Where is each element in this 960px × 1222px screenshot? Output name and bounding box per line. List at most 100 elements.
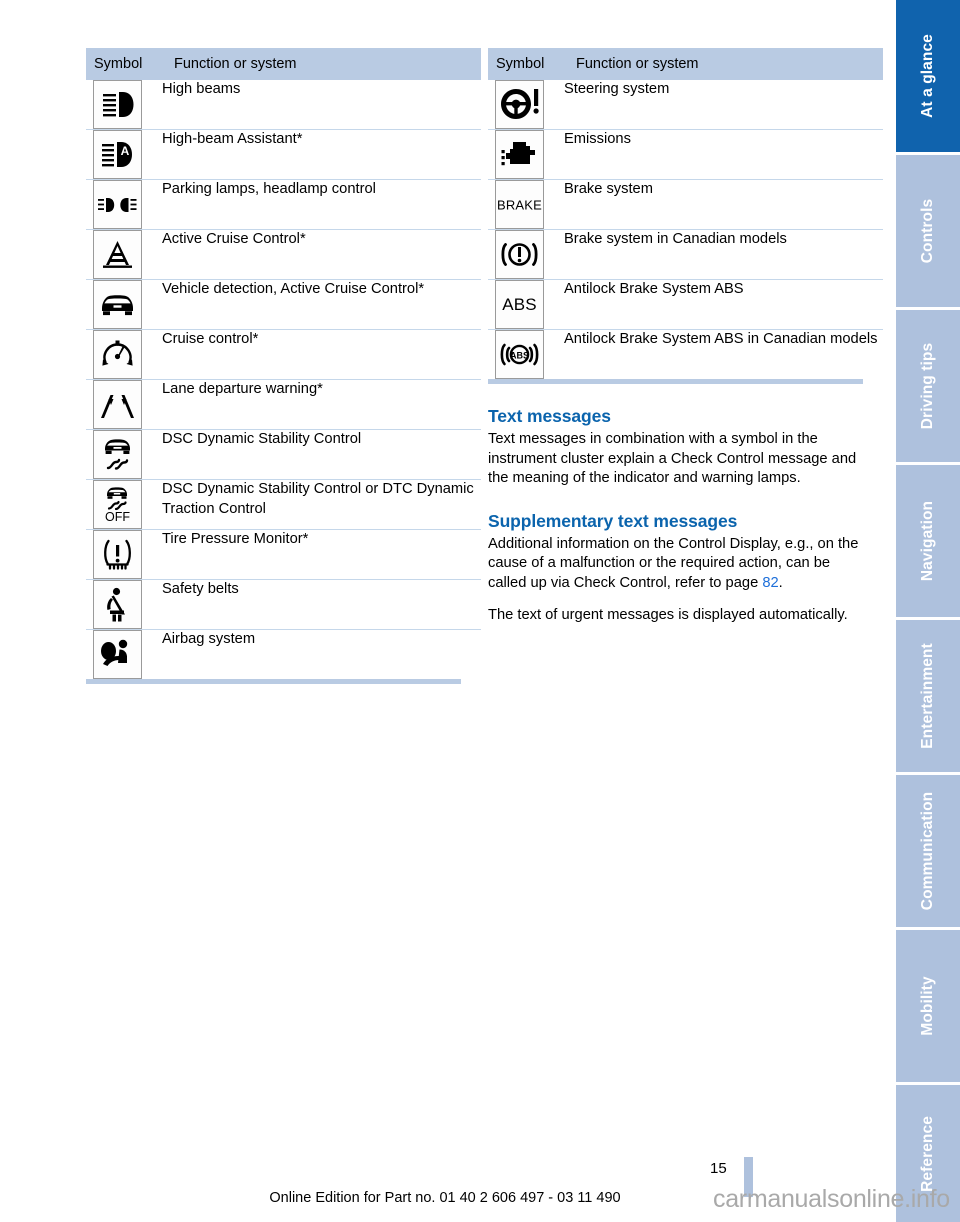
page-number: 15 — [710, 1160, 727, 1177]
high-beam-assistant-icon: A — [93, 130, 142, 179]
paragraph-supplementary-2: The text of urgent messages is displayed… — [488, 606, 848, 623]
brake-system-icon: BRAKE — [495, 180, 544, 229]
sidebar-item-communication[interactable]: Communication — [896, 775, 960, 930]
function-cell: Cruise control* — [162, 329, 481, 380]
table-row: Parking lamps, headlamp control — [86, 179, 481, 230]
table-row: OFF DSC Dynamic Stability Control or DTC… — [86, 479, 481, 530]
symbol-cell — [488, 129, 564, 180]
symbol-cell — [86, 179, 162, 230]
table-row: High beams — [86, 80, 481, 130]
steering-system-icon — [495, 80, 544, 129]
sidebar-item-label: Mobility — [919, 976, 936, 1036]
svg-text:ABS: ABS — [510, 351, 529, 361]
paragraph-supplementary-1: Additional information on the Control Di… — [488, 535, 859, 591]
function-cell: Airbag system — [162, 631, 256, 647]
emissions-icon — [495, 130, 544, 179]
paragraph-text-messages: Text messages in combination with a symb… — [488, 431, 857, 487]
symbol-cell: BRAKE — [488, 179, 564, 230]
abs-canadian-icon: ABS — [495, 330, 544, 379]
paragraph-supplementary-1-text: Additional information on the Control Di… — [488, 535, 859, 591]
sidebar-item-navigation[interactable]: Navigation — [896, 465, 960, 620]
section-heading-supplementary: Supplementary text messages — [488, 510, 738, 531]
table-row: Brake system in Canadian models — [488, 229, 883, 280]
table-row: Active Cruise Control* — [86, 229, 481, 280]
right-symbol-table: Symbol Function or system Steering syste… — [488, 48, 883, 379]
symbol-cell — [86, 429, 162, 480]
brake-system-canadian-icon — [495, 230, 544, 279]
function-cell: Safety belts — [162, 579, 481, 630]
symbol-cell — [86, 630, 162, 679]
table-header-row: Symbol Function or system — [488, 48, 883, 80]
svg-text:A: A — [121, 144, 130, 158]
table-row: Emissions — [488, 129, 883, 180]
sidebar-item-at-a-glance[interactable]: At a glance — [896, 0, 960, 155]
column-header-symbol: Symbol — [488, 48, 564, 80]
sidebar-item-controls[interactable]: Controls — [896, 155, 960, 310]
function-cell: Tire Pressure Monitor* — [162, 529, 481, 580]
sidebar-item-mobility[interactable]: Mobility — [896, 930, 960, 1085]
table-row: Cruise control* — [86, 329, 481, 380]
left-table-end-rule — [86, 679, 461, 684]
right-column: Symbol Function or system Steering syste… — [488, 48, 883, 625]
function-cell: DSC Dynamic Stability Control — [162, 429, 481, 480]
symbol-cell: ABS — [488, 330, 564, 379]
abs-icon: ABS — [495, 280, 544, 329]
symbol-cell — [488, 229, 564, 280]
symbol-cell — [86, 379, 162, 430]
table-row: ABS Antilock Brake System ABS — [488, 279, 883, 330]
table-row: Safety belts — [86, 579, 481, 630]
symbol-cell — [86, 279, 162, 330]
symbol-cell — [86, 329, 162, 380]
function-cell: Brake system — [564, 179, 883, 230]
sidebar-item-entertainment[interactable]: Entertainment — [896, 620, 960, 775]
function-cell: High-beam Assistant* — [162, 129, 481, 180]
vehicle-detection-icon — [93, 280, 142, 329]
sidebar-item-driving-tips[interactable]: Driving tips — [896, 310, 960, 465]
column-header-function: Function or system — [162, 48, 481, 80]
symbol-cell: OFF — [86, 479, 162, 530]
table-row: Steering system — [488, 80, 883, 130]
sidebar-item-label: Entertainment — [919, 643, 936, 749]
function-cell: Steering system — [564, 80, 883, 130]
chapter-tab-rail: At a glance Controls Driving tips Naviga… — [896, 0, 960, 1222]
table-row: A High-beam Assistant* — [86, 129, 481, 180]
left-column: Symbol Function or system High beams A H… — [86, 48, 481, 684]
airbag-system-icon — [93, 630, 142, 679]
table-row: Tire Pressure Monitor* — [86, 529, 481, 580]
cruise-control-icon — [93, 330, 142, 379]
section-heading-text-messages: Text messages — [488, 406, 611, 426]
brake-system-glyph: BRAKE — [496, 197, 543, 212]
abs-glyph: ABS — [502, 294, 537, 314]
function-cell: Brake system in Canadian models — [564, 229, 883, 280]
right-table-end-rule — [488, 379, 863, 384]
dsc-off-icon: OFF — [93, 480, 142, 529]
page-reference-link[interactable]: 82 — [762, 575, 778, 591]
tire-pressure-monitor-icon — [93, 530, 142, 579]
function-cell: Lane departure warning* — [162, 379, 481, 430]
sidebar-item-label: Navigation — [919, 500, 936, 582]
table-row: DSC Dynamic Stability Control — [86, 429, 481, 480]
function-cell: Vehicle detection, Active Cruise Control… — [162, 279, 481, 330]
safety-belts-icon — [93, 580, 142, 629]
dsc-icon — [93, 430, 142, 479]
svg-text:OFF: OFF — [105, 510, 130, 524]
parking-lamps-icon — [93, 180, 142, 229]
sidebar-item-label: Reference — [919, 1115, 936, 1192]
lane-departure-warning-icon — [93, 380, 142, 429]
symbol-cell — [86, 529, 162, 580]
table-row: Airbag system — [86, 630, 481, 679]
sidebar-item-label: Controls — [919, 198, 936, 264]
watermark: carmanualsonline.info — [713, 1185, 950, 1213]
symbol-cell — [86, 229, 162, 280]
symbol-cell — [86, 579, 162, 630]
table-header-row: Symbol Function or system — [86, 48, 481, 80]
table-row: Vehicle detection, Active Cruise Control… — [86, 279, 481, 330]
high-beams-icon — [93, 80, 142, 129]
symbol-cell — [86, 80, 162, 130]
sidebar-item-label: Communication — [919, 791, 936, 911]
active-cruise-control-icon — [93, 230, 142, 279]
function-cell: Active Cruise Control* — [162, 229, 481, 280]
function-cell: Parking lamps, headlamp control — [162, 179, 481, 230]
table-row: BRAKE Brake system — [488, 179, 883, 230]
function-cell: Antilock Brake System ABS — [564, 279, 883, 330]
